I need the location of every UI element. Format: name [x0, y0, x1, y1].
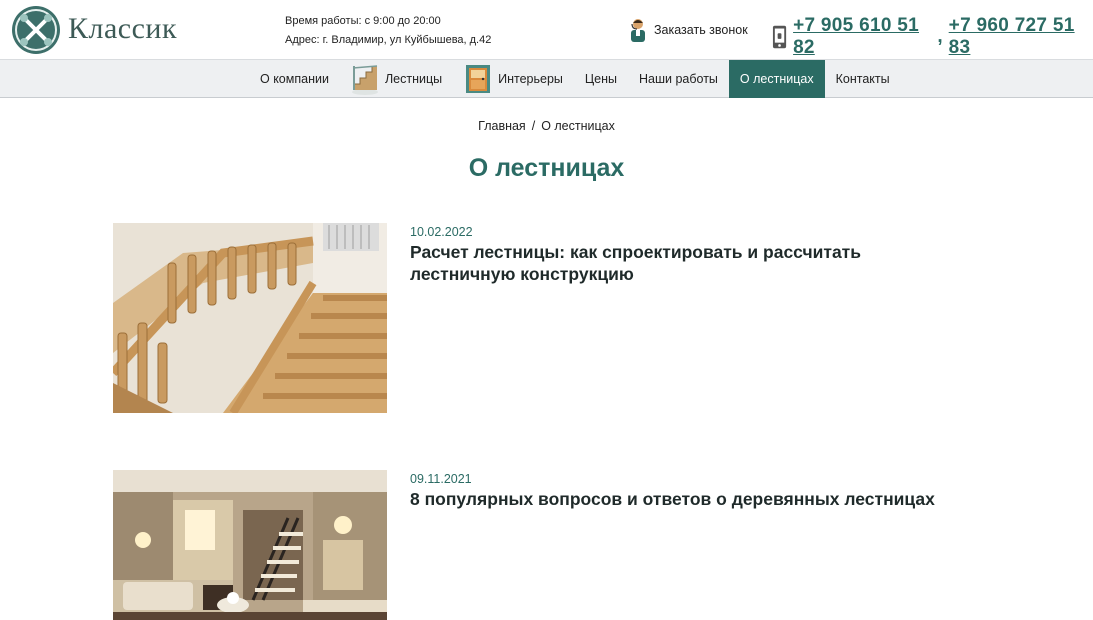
nav-item-label: Контакты	[835, 72, 890, 86]
nav-item-works[interactable]: Наши работы	[628, 60, 729, 98]
door-icon	[466, 65, 491, 93]
article-title-link[interactable]: Расчет лестницы: как спроектировать и ра…	[410, 241, 970, 285]
nav-item-about-stairs[interactable]: О лестницах	[728, 60, 825, 98]
nav-item-label: Цены	[584, 72, 617, 86]
phones: +7 905 610 51 82 , +7 960 727 51 83	[772, 15, 1093, 59]
breadcrumb-separator: /	[531, 119, 536, 133]
operator-icon	[631, 19, 645, 42]
page-title: О лестницах	[468, 154, 625, 182]
nav-item-label: О компании	[260, 72, 329, 86]
stairs-icon	[351, 65, 378, 95]
callback-button[interactable]: Заказать звонок	[628, 17, 748, 43]
brand-name[interactable]: Классик	[68, 12, 177, 46]
breadcrumb-current: О лестницах	[541, 119, 615, 133]
nav-item-label: Интерьеры	[498, 72, 563, 86]
contact-info: Время работы: с 9:00 до 20:00 Адрес: г. …	[285, 12, 491, 50]
phone-link-2[interactable]: +7 960 727 51 83	[949, 15, 1093, 59]
nav-item-interiors[interactable]: Интерьеры	[453, 60, 574, 98]
phone-separator: ,	[937, 26, 943, 47]
logo-icon[interactable]	[10, 4, 62, 56]
article-title-link[interactable]: 8 популярных вопросов и ответов о деревя…	[410, 488, 970, 510]
article-image[interactable]	[113, 223, 387, 413]
article-date: 09.11.2021	[410, 472, 472, 486]
nav-item-prices[interactable]: Цены	[574, 60, 628, 98]
site-header: Классик Время работы: с 9:00 до 20:00 Ад…	[0, 0, 1093, 60]
nav-item-stairs[interactable]: Лестницы	[340, 60, 453, 98]
nav-item-label: Лестницы	[384, 72, 443, 86]
breadcrumb-home[interactable]: Главная	[478, 119, 526, 133]
working-hours: Время работы: с 9:00 до 20:00	[285, 15, 441, 27]
callback-label: Заказать звонок	[654, 23, 748, 37]
article-card: 10.02.2022 Расчет лестницы: как спроекти…	[113, 223, 1013, 413]
main-nav: О компании Лестницы Интерьеры Цены Наши …	[0, 59, 1093, 98]
phone-link-1[interactable]: +7 905 610 51 82	[793, 15, 937, 59]
nav-item-contacts[interactable]: Контакты	[825, 60, 901, 98]
article-card: 09.11.2021 8 популярных вопросов и ответ…	[113, 470, 1013, 620]
nav-item-label: Наши работы	[639, 72, 718, 86]
address: Адрес: г. Владимир, ул Куйбышева, д.42	[285, 34, 492, 46]
nav-item-label: О лестницах	[739, 72, 814, 86]
nav-item-about[interactable]: О компании	[249, 60, 340, 98]
mobile-phone-icon	[772, 25, 787, 49]
breadcrumb: Главная / О лестницах	[0, 119, 1093, 133]
article-date: 10.02.2022	[410, 225, 473, 239]
article-image[interactable]	[113, 470, 387, 620]
